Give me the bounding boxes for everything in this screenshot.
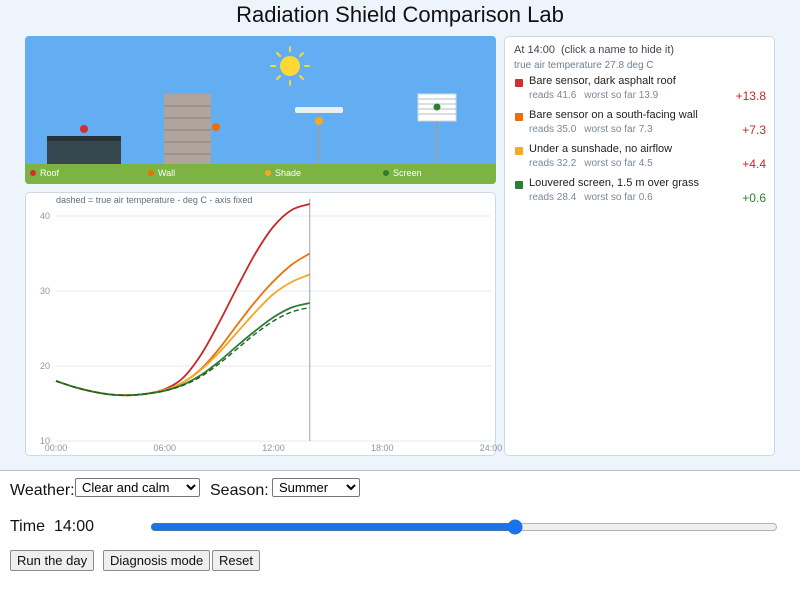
diagnosis-mode-button[interactable]: Diagnosis mode — [103, 550, 211, 571]
y-tick-label: 30 — [40, 286, 50, 296]
sensor-stats: reads 28.4 worst so far 0.6 — [529, 192, 653, 203]
sensor-name[interactable]: Bare sensor, dark asphalt roof — [529, 75, 676, 87]
sensor-name[interactable]: Louvered screen, 1.5 m over grass — [529, 177, 699, 189]
time-label: Time — [10, 518, 45, 535]
sensor-reads: reads 32.2 — [529, 158, 577, 169]
weather-label: Weather: — [10, 482, 75, 499]
sensor-item-roof[interactable]: Bare sensor, dark asphalt roof reads 41.… — [514, 75, 766, 109]
sensor-color-swatch — [515, 79, 523, 87]
sensor-stats: reads 41.6 worst so far 13.9 — [529, 90, 658, 101]
sensor-worst: worst so far 7.3 — [584, 124, 653, 135]
temperature-chart: dashed = true air temperature - deg C - … — [25, 192, 502, 456]
roof-legend-dot — [30, 170, 36, 176]
true-air-temperature: true air temperature 27.8 deg C — [514, 60, 654, 71]
sensor-color-swatch — [515, 181, 523, 189]
series-line-1 — [55, 252, 311, 397]
wall-legend-dot — [148, 170, 154, 176]
page-title: Radiation Shield Comparison Lab — [236, 2, 564, 27]
sensor-stats: reads 35.0 worst so far 7.3 — [529, 124, 653, 135]
screen-sensor — [433, 103, 441, 111]
sensor-worst: worst so far 4.5 — [584, 158, 653, 169]
sunshade-structure — [295, 107, 343, 164]
wall-structure — [164, 94, 211, 164]
readings-panel: At 14:00 (click a name to hide it) true a… — [504, 36, 775, 456]
screen-legend-dot — [383, 170, 389, 176]
x-tick-label: 18:00 — [371, 443, 394, 453]
season-label: Season: — [210, 482, 269, 499]
roof-building — [47, 136, 121, 164]
sensor-delta: +4.4 — [742, 157, 766, 171]
run-the-day-button[interactable]: Run the day — [10, 550, 95, 571]
series-line-3 — [55, 302, 310, 397]
scene-label-wall: Wall — [158, 168, 175, 178]
sensor-delta: +13.8 — [735, 89, 766, 103]
readings-hint: (click a name to hide it) — [560, 44, 675, 56]
wall-sensor — [212, 123, 220, 131]
roof-sensor — [80, 125, 88, 133]
x-tick-label: 00:00 — [45, 443, 68, 453]
sun-icon — [270, 46, 310, 86]
x-tick-label: 12:00 — [262, 443, 285, 453]
scene-label-shade: Shade — [275, 168, 301, 178]
readings-time: At 14:00 — [514, 44, 555, 56]
reset-button[interactable]: Reset — [212, 550, 260, 571]
shade-legend-dot — [265, 170, 271, 176]
scene-label-screen: Screen — [393, 168, 422, 178]
weather-select[interactable]: Clear and calm — [75, 478, 200, 497]
scene-illustration: Roof Wall Shade Screen — [25, 46, 496, 184]
y-tick-label: 20 — [40, 361, 50, 371]
readings-header: At 14:00 (click a name to hide it) — [514, 44, 674, 56]
sensor-stats: reads 32.2 worst so far 4.5 — [529, 158, 653, 169]
grass — [25, 164, 496, 184]
sensor-worst: worst so far 13.9 — [584, 90, 659, 101]
scene-label-roof: Roof — [40, 168, 60, 178]
time-slider[interactable] — [150, 519, 778, 535]
sensor-reads: reads 41.6 — [529, 90, 577, 101]
chart-title: dashed = true air temperature - deg C - … — [56, 195, 252, 205]
lab-panel: Radiation Shield Comparison Lab Roof Wal… — [0, 0, 800, 470]
sensor-name[interactable]: Bare sensor on a south-facing wall — [529, 109, 698, 121]
scene-view: Roof Wall Shade Screen — [25, 36, 496, 184]
sensor-delta: +7.3 — [742, 123, 766, 137]
sensor-worst: worst so far 0.6 — [584, 192, 653, 203]
sensor-reads: reads 28.4 — [529, 192, 577, 203]
sensor-item-shade[interactable]: Under a sunshade, no airflow reads 32.2 w… — [514, 143, 766, 177]
sensor-color-swatch — [515, 147, 523, 155]
sensor-color-swatch — [515, 113, 523, 121]
sensor-name[interactable]: Under a sunshade, no airflow — [529, 143, 672, 155]
sensor-item-wall[interactable]: Bare sensor on a south-facing wall reads… — [514, 109, 766, 143]
x-tick-label: 06:00 — [153, 443, 176, 453]
time-value: 14:00 — [54, 518, 95, 535]
season-select[interactable]: Summer — [272, 478, 360, 497]
x-tick-label: 24:00 — [480, 443, 503, 453]
sensor-item-screen[interactable]: Louvered screen, 1.5 m over grass reads … — [514, 177, 766, 211]
shade-sensor — [315, 117, 323, 125]
y-tick-label: 40 — [40, 211, 50, 221]
series-line-0 — [55, 203, 311, 397]
sensor-reads: reads 35.0 — [529, 124, 577, 135]
temperature-chart-svg: dashed = true air temperature - deg C - … — [40, 195, 502, 453]
sensor-delta: +0.6 — [742, 191, 766, 205]
